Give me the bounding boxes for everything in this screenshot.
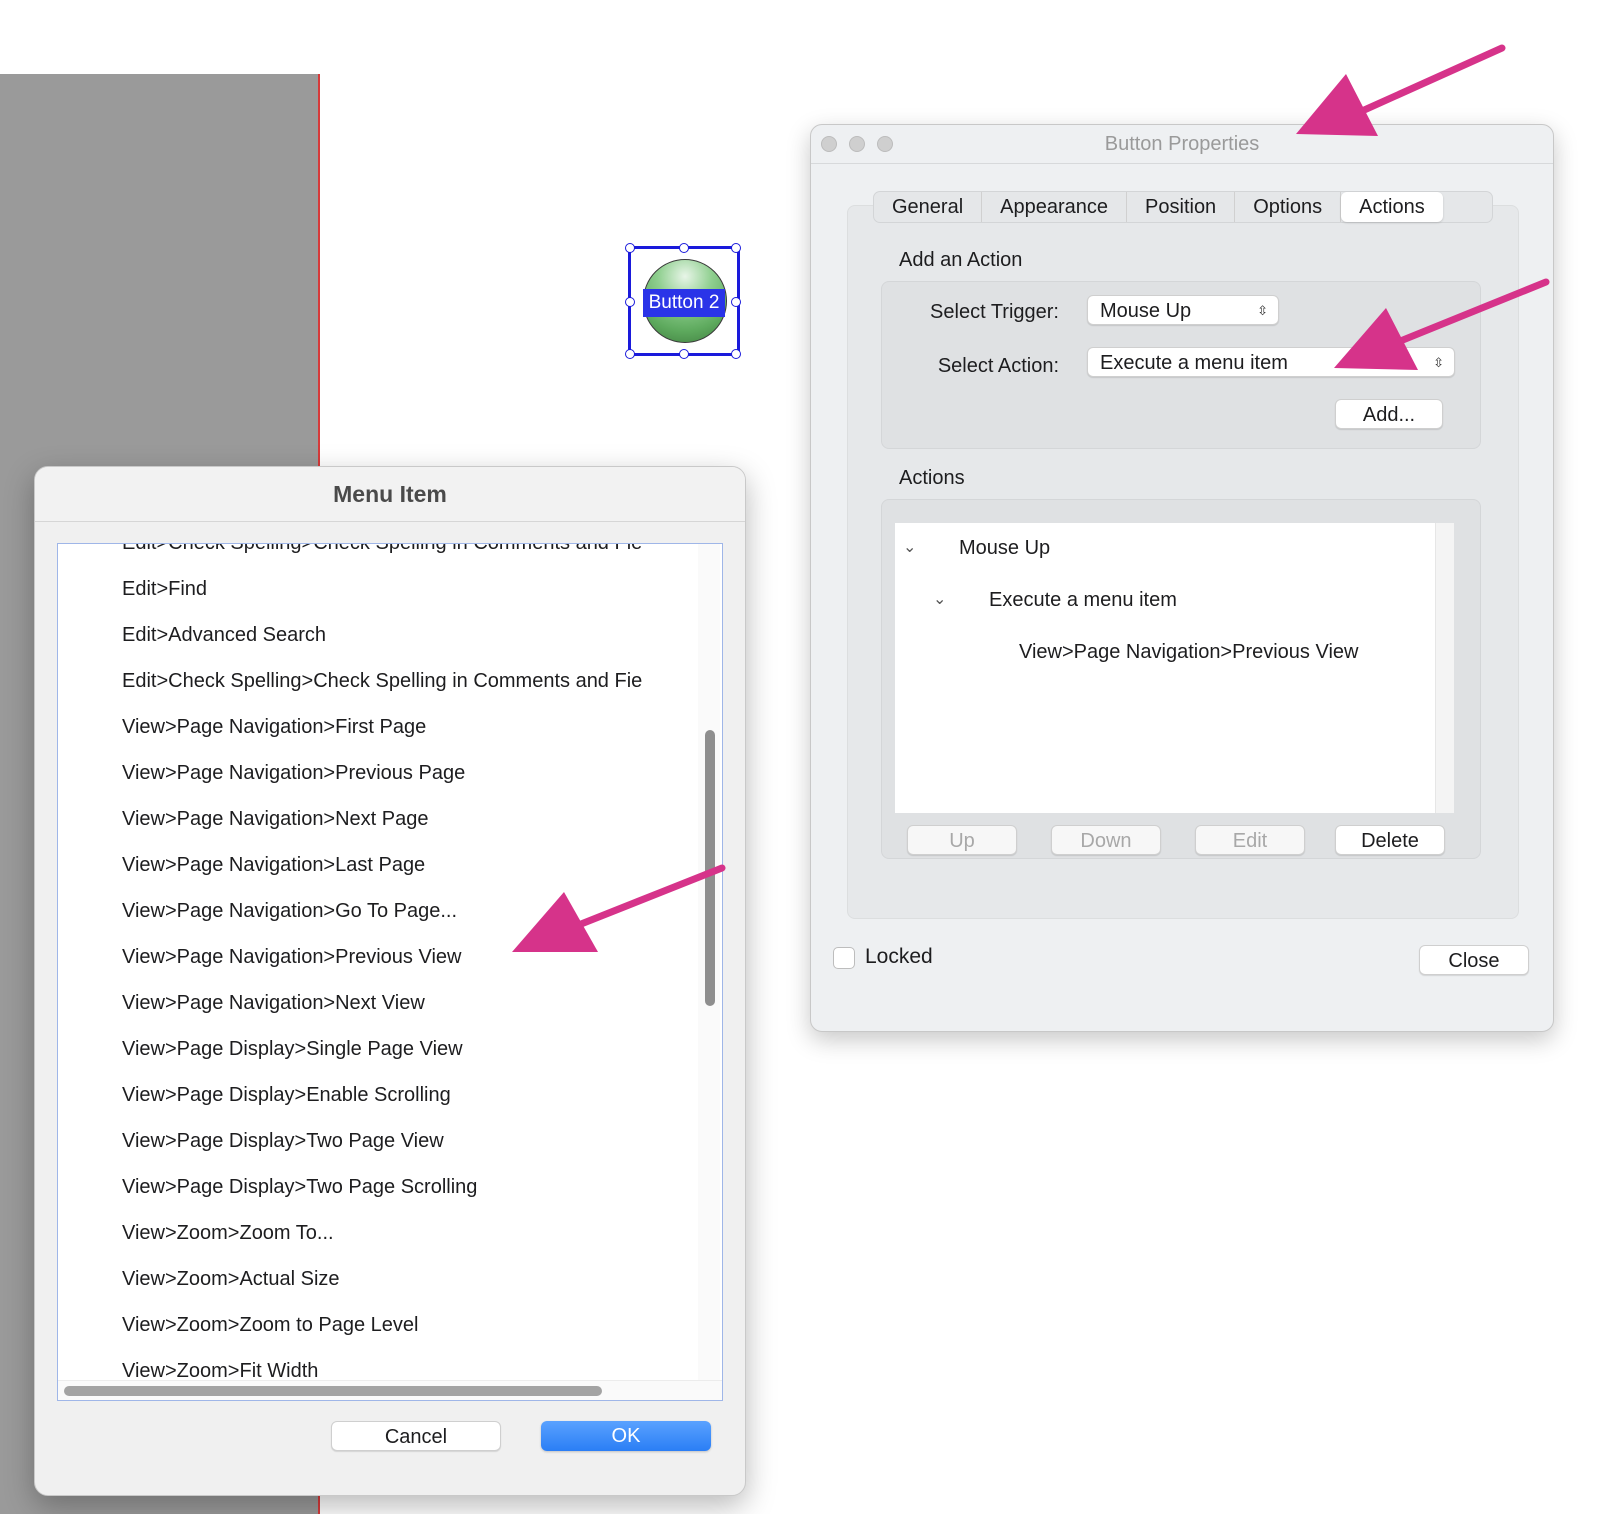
list-item[interactable]: View>Page Navigation>Previous View: [122, 946, 461, 969]
delete-button[interactable]: Delete: [1335, 825, 1445, 855]
tab-appearance[interactable]: Appearance: [982, 192, 1128, 222]
trigger-select[interactable]: Mouse Up ⇳: [1087, 295, 1279, 325]
dialog-title: Button Properties: [1104, 133, 1260, 155]
resize-handle-mr[interactable]: [731, 297, 741, 307]
list-item[interactable]: Edit>Advanced Search: [122, 624, 326, 647]
tab-position[interactable]: Position: [1127, 192, 1236, 222]
list-item[interactable]: View>Page Navigation>Go To Page...: [122, 900, 457, 923]
arrow-to-dialog-title: [1296, 44, 1506, 136]
chevron-down-icon[interactable]: ⌄: [903, 523, 916, 573]
select-action-label: Select Action:: [937, 355, 1059, 377]
menu-item-titlebar: Menu Item: [35, 467, 745, 522]
button-properties-dialog: Button Properties General Appearance Pos…: [810, 124, 1554, 1032]
updown-chevron-icon: ⇳: [1433, 355, 1444, 370]
list-item[interactable]: View>Zoom>Actual Size: [122, 1268, 340, 1291]
resize-handle-tm[interactable]: [679, 243, 689, 253]
list-item[interactable]: View>Page Navigation>Last Page: [122, 854, 425, 877]
cancel-button[interactable]: Cancel: [331, 1421, 501, 1451]
chevron-down-icon[interactable]: ⌄: [933, 575, 946, 625]
tab-general[interactable]: General: [874, 192, 983, 222]
list-item[interactable]: View>Zoom>Zoom To...: [122, 1222, 334, 1245]
vertical-scrollbar-thumb[interactable]: [705, 730, 715, 1006]
list-item[interactable]: View>Page Navigation>Previous Page: [122, 762, 465, 785]
tab-bar: General Appearance Position Options Acti…: [873, 191, 1493, 223]
list-item[interactable]: View>Page Navigation>First Page: [122, 716, 426, 739]
locked-label: Locked: [865, 945, 933, 968]
resize-handle-tr[interactable]: [731, 243, 741, 253]
list-item[interactable]: Edit>Find: [122, 578, 207, 601]
resize-handle-bm[interactable]: [679, 349, 689, 359]
list-item[interactable]: View>Page Display>Enable Scrolling: [122, 1084, 451, 1107]
action-select-value: Execute a menu item: [1100, 352, 1288, 374]
actions-section-label: Actions: [899, 467, 965, 489]
list-item[interactable]: View>Page Navigation>Next View: [122, 992, 425, 1015]
close-button[interactable]: Close: [1419, 945, 1529, 975]
button-2-widget[interactable]: Button 2: [625, 243, 741, 359]
resize-handle-br[interactable]: [731, 349, 741, 359]
menu-item-dialog-title: Menu Item: [333, 481, 447, 507]
tab-actions[interactable]: Actions: [1341, 192, 1443, 222]
horizontal-scrollbar-thumb[interactable]: [64, 1386, 602, 1396]
button-2-label: Button 2: [643, 289, 725, 317]
resize-handle-tl[interactable]: [625, 243, 635, 253]
down-button[interactable]: Down: [1051, 825, 1161, 855]
select-trigger-label: Select Trigger:: [930, 301, 1059, 323]
tree-row-label: View>Page Navigation>Previous View: [1019, 641, 1359, 663]
ok-button[interactable]: OK: [541, 1421, 711, 1451]
menu-item-dialog: Menu Item Edit>Check Spelling>Check Spel…: [34, 466, 746, 1496]
list-item[interactable]: View>Page Display>Two Page View: [122, 1130, 444, 1153]
edit-button[interactable]: Edit: [1195, 825, 1305, 855]
updown-chevron-icon: ⇳: [1257, 303, 1268, 318]
locked-checkbox[interactable]: [833, 947, 855, 969]
list-item[interactable]: View>Page Display>Two Page Scrolling: [122, 1176, 477, 1199]
list-item[interactable]: Edit>Check Spelling>Check Spelling in Co…: [122, 670, 642, 693]
add-action-button[interactable]: Add...: [1335, 399, 1443, 429]
button-properties-titlebar: Button Properties: [811, 125, 1553, 164]
actions-tree-scrollbar[interactable]: [1435, 523, 1454, 813]
list-item[interactable]: Edit>Check Spelling>Check Spelling in Co…: [122, 544, 642, 555]
up-button[interactable]: Up: [907, 825, 1017, 855]
tab-options[interactable]: Options: [1235, 192, 1342, 222]
list-item[interactable]: View>Zoom>Zoom to Page Level: [122, 1314, 418, 1337]
tree-row-label: Execute a menu item: [989, 589, 1177, 611]
trigger-select-value: Mouse Up: [1100, 300, 1192, 322]
actions-tree[interactable]: ⌄ Mouse Up ⌄ Execute a menu item View>Pa…: [895, 523, 1435, 813]
menu-item-list[interactable]: Edit>Check Spelling>Check Spelling in Co…: [57, 543, 723, 1401]
action-select[interactable]: Execute a menu item ⇳: [1087, 347, 1455, 377]
list-item[interactable]: View>Page Display>Single Page View: [122, 1038, 463, 1061]
tree-row-label: Mouse Up: [959, 537, 1051, 559]
resize-handle-ml[interactable]: [625, 297, 635, 307]
list-item[interactable]: View>Page Navigation>Next Page: [122, 808, 429, 831]
resize-handle-bl[interactable]: [625, 349, 635, 359]
add-an-action-label: Add an Action: [899, 249, 1023, 271]
